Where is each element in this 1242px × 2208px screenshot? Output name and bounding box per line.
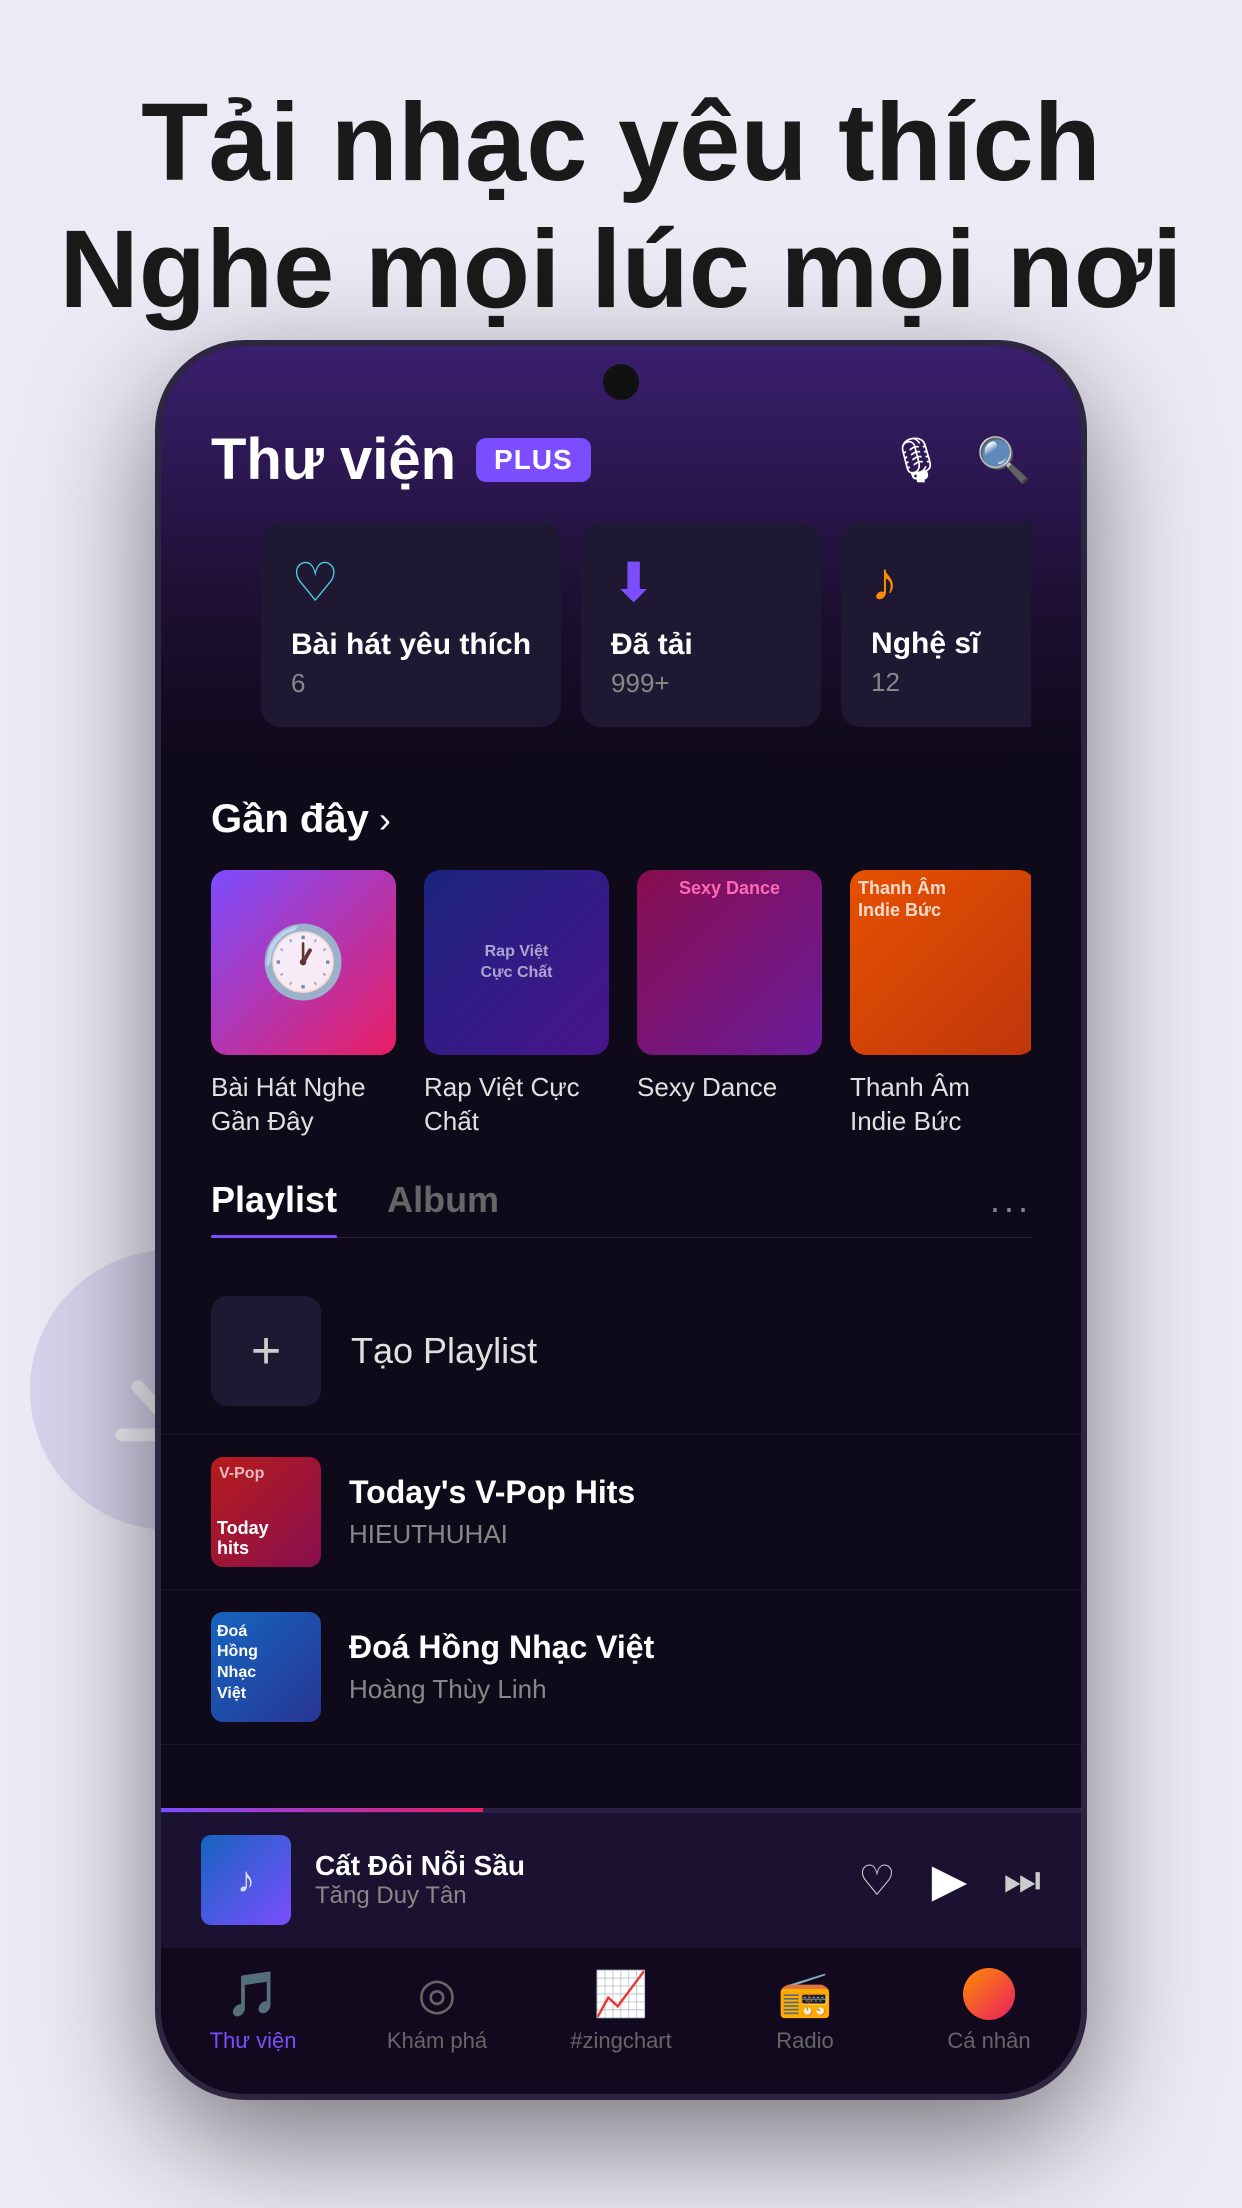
- camera-notch: [603, 364, 639, 400]
- phone-shell: Thư viện PLUS 🎙 🔍 ♡ Bài hát yêu thích 6: [155, 340, 1087, 2100]
- tab-section: Playlist Album ···: [161, 1139, 1081, 1268]
- artists-title: Nghệ sĩ: [871, 627, 1031, 661]
- create-playlist-row[interactable]: + Tạo Playlist: [161, 1268, 1081, 1435]
- now-playing-title: Cất Đôi Nỗi Sầu: [315, 1850, 834, 1882]
- microphone-icon[interactable]: 🎙: [888, 434, 944, 486]
- play-button[interactable]: ▶: [932, 1853, 967, 1907]
- recent-item-1[interactable]: 🕐 Bài Hát NgheGần Đây: [211, 870, 396, 1139]
- artists-count: 12: [871, 667, 1031, 698]
- profile-label: Cá nhân: [947, 2028, 1030, 2054]
- now-playing-artist: Tăng Duy Tân: [315, 1882, 834, 1910]
- create-playlist-label: Tạo Playlist: [351, 1330, 537, 1372]
- header-row: Thư viện PLUS 🎙 🔍: [211, 426, 1031, 493]
- progress-bar-fill: [161, 1808, 483, 1812]
- recent-thumb-1: 🕐: [211, 870, 396, 1055]
- doa-label-main: ĐoáHồngNhạcViệt: [217, 1622, 315, 1705]
- recent-section: Gần đây › 🕐 Bài Hát NgheGần Đây: [161, 757, 1081, 1139]
- phone-screen: Thư viện PLUS 🎙 🔍 ♡ Bài hát yêu thích 6: [161, 346, 1081, 2094]
- playlist-item-vpop[interactable]: V-Pop Todayhits Today's V-Pop Hits HIEUT…: [161, 1435, 1081, 1590]
- recent-label-4: Thanh ÂmIndie Bức: [850, 1071, 1031, 1139]
- next-button[interactable]: ⏭: [1003, 1856, 1041, 1905]
- search-icon[interactable]: 🔍: [976, 434, 1031, 486]
- explore-label: Khám phá: [387, 2028, 487, 2054]
- artist-icon: ♪: [871, 551, 1031, 613]
- playlist-item-doa[interactable]: ĐoáHồngNhạcViệt Đoá Hồng Nhạc Việt Hoàng…: [161, 1590, 1081, 1745]
- tab-album[interactable]: Album: [387, 1179, 499, 1237]
- plus-badge[interactable]: PLUS: [476, 438, 591, 482]
- now-playing-bar[interactable]: ♪ Cất Đôi Nỗi Sầu Tăng Duy Tân ♡ ▶ ⏭: [161, 1812, 1081, 1947]
- doa-name: Đoá Hồng Nhạc Việt: [349, 1629, 1031, 1666]
- app-title: Thư viện: [211, 426, 456, 493]
- nav-profile[interactable]: Cá nhân: [929, 1968, 1049, 2054]
- library-label: Thư viện: [210, 2028, 297, 2054]
- recent-item-3[interactable]: Sexy Dance Sexy Dance: [637, 870, 822, 1139]
- vpop-thumb: V-Pop Todayhits: [211, 1457, 321, 1567]
- like-button[interactable]: ♡: [858, 1856, 896, 1905]
- downloaded-card[interactable]: ⬇ Đã tải 999+: [581, 523, 821, 727]
- header-icons: 🎙 🔍: [888, 434, 1031, 486]
- phone-device: Thư viện PLUS 🎙 🔍 ♡ Bài hát yêu thích 6: [155, 340, 1087, 2100]
- library-icon: 🎵: [226, 1968, 281, 2020]
- vpop-label-top: V-Pop: [219, 1465, 264, 1483]
- screen-content: Gần đây › 🕐 Bài Hát NgheGần Đây: [161, 757, 1081, 2094]
- doa-thumb: ĐoáHồngNhạcViệt: [211, 1612, 321, 1722]
- favorites-count: 6: [291, 668, 531, 699]
- download-icon: ⬇: [611, 551, 791, 614]
- screen-header: Thư viện PLUS 🎙 🔍 ♡ Bài hát yêu thích 6: [161, 346, 1081, 757]
- now-playing-controls: ♡ ▶ ⏭: [858, 1853, 1041, 1907]
- hero-section: Tải nhạc yêu thích Nghe mọi lúc mọi nơi: [0, 0, 1242, 393]
- downloaded-count: 999+: [611, 668, 791, 699]
- progress-bar[interactable]: [161, 1808, 1081, 1812]
- thumb4-overlay: Thanh ÂmIndie Bức: [858, 878, 1027, 921]
- artists-card[interactable]: ♪ Nghệ sĩ 12: [841, 523, 1031, 727]
- profile-avatar: [963, 1968, 1015, 2020]
- now-playing-thumb: ♪: [201, 1835, 291, 1925]
- vpop-author: HIEUTHUHAI: [349, 1519, 1031, 1550]
- explore-icon: ◎: [418, 1969, 456, 2020]
- tab-more-button[interactable]: ···: [989, 1187, 1031, 1229]
- spacer: [161, 1745, 1081, 1808]
- doa-author: Hoàng Thùy Linh: [349, 1674, 1031, 1705]
- clock-icon: 🕐: [260, 922, 347, 1004]
- create-playlist-icon: +: [211, 1296, 321, 1406]
- zingchart-label: #zingchart: [570, 2028, 672, 2054]
- recent-label-3: Sexy Dance: [637, 1071, 822, 1105]
- section-header: Gần đây ›: [211, 797, 1031, 842]
- nav-library[interactable]: 🎵 Thư viện: [193, 1968, 313, 2054]
- recent-thumb-4: Thanh ÂmIndie Bức: [850, 870, 1031, 1055]
- hero-line1: Tải nhạc yêu thích: [0, 80, 1242, 207]
- recent-item-4[interactable]: Thanh ÂmIndie Bức Thanh ÂmIndie Bức: [850, 870, 1031, 1139]
- radio-label: Radio: [776, 2028, 833, 2054]
- doa-info: Đoá Hồng Nhạc Việt Hoàng Thùy Linh: [349, 1629, 1031, 1705]
- recent-thumb-2: Rap ViệtCực Chất: [424, 870, 609, 1055]
- recent-title: Gần đây: [211, 797, 369, 842]
- vpop-info: Today's V-Pop Hits HIEUTHUHAI: [349, 1474, 1031, 1550]
- radio-icon: 📻: [778, 1968, 833, 2020]
- nav-zingchart[interactable]: 📈 #zingchart: [561, 1968, 681, 2054]
- heart-icon: ♡: [291, 551, 531, 614]
- hero-line2: Nghe mọi lúc mọi nơi: [0, 207, 1242, 334]
- recent-items-row: 🕐 Bài Hát NgheGần Đây Rap ViệtCực Chất R…: [211, 870, 1031, 1139]
- nav-explore[interactable]: ◎ Khám phá: [377, 1969, 497, 2054]
- nav-radio[interactable]: 📻 Radio: [745, 1968, 865, 2054]
- vpop-name: Today's V-Pop Hits: [349, 1474, 1031, 1511]
- favorites-title: Bài hát yêu thích: [291, 628, 531, 662]
- favorites-card[interactable]: ♡ Bài hát yêu thích 6: [261, 523, 561, 727]
- tab-row: Playlist Album ···: [211, 1179, 1031, 1238]
- now-playing-album-icon: ♪: [237, 1859, 255, 1901]
- recent-item-2[interactable]: Rap ViệtCực Chất Rap Việt CựcChất: [424, 870, 609, 1139]
- header-title-group: Thư viện PLUS: [211, 426, 591, 493]
- now-playing-info: Cất Đôi Nỗi Sầu Tăng Duy Tân: [315, 1850, 834, 1910]
- quick-cards: ♡ Bài hát yêu thích 6 ⬇ Đã tải 999+ ♪ Ng…: [211, 523, 1031, 727]
- recent-arrow[interactable]: ›: [379, 799, 391, 841]
- tab-playlist[interactable]: Playlist: [211, 1179, 337, 1237]
- vpop-label-main: Todayhits: [217, 1519, 315, 1559]
- downloaded-title: Đã tải: [611, 628, 791, 662]
- bottom-nav: 🎵 Thư viện ◎ Khám phá 📈 #zingchart 📻 Rad…: [161, 1947, 1081, 2094]
- recent-label-2: Rap Việt CựcChất: [424, 1071, 609, 1139]
- recent-label-1: Bài Hát NgheGần Đây: [211, 1071, 396, 1139]
- recent-thumb-3: Sexy Dance: [637, 870, 822, 1055]
- zingchart-icon: 📈: [594, 1968, 649, 2020]
- tabs: Playlist Album: [211, 1179, 499, 1237]
